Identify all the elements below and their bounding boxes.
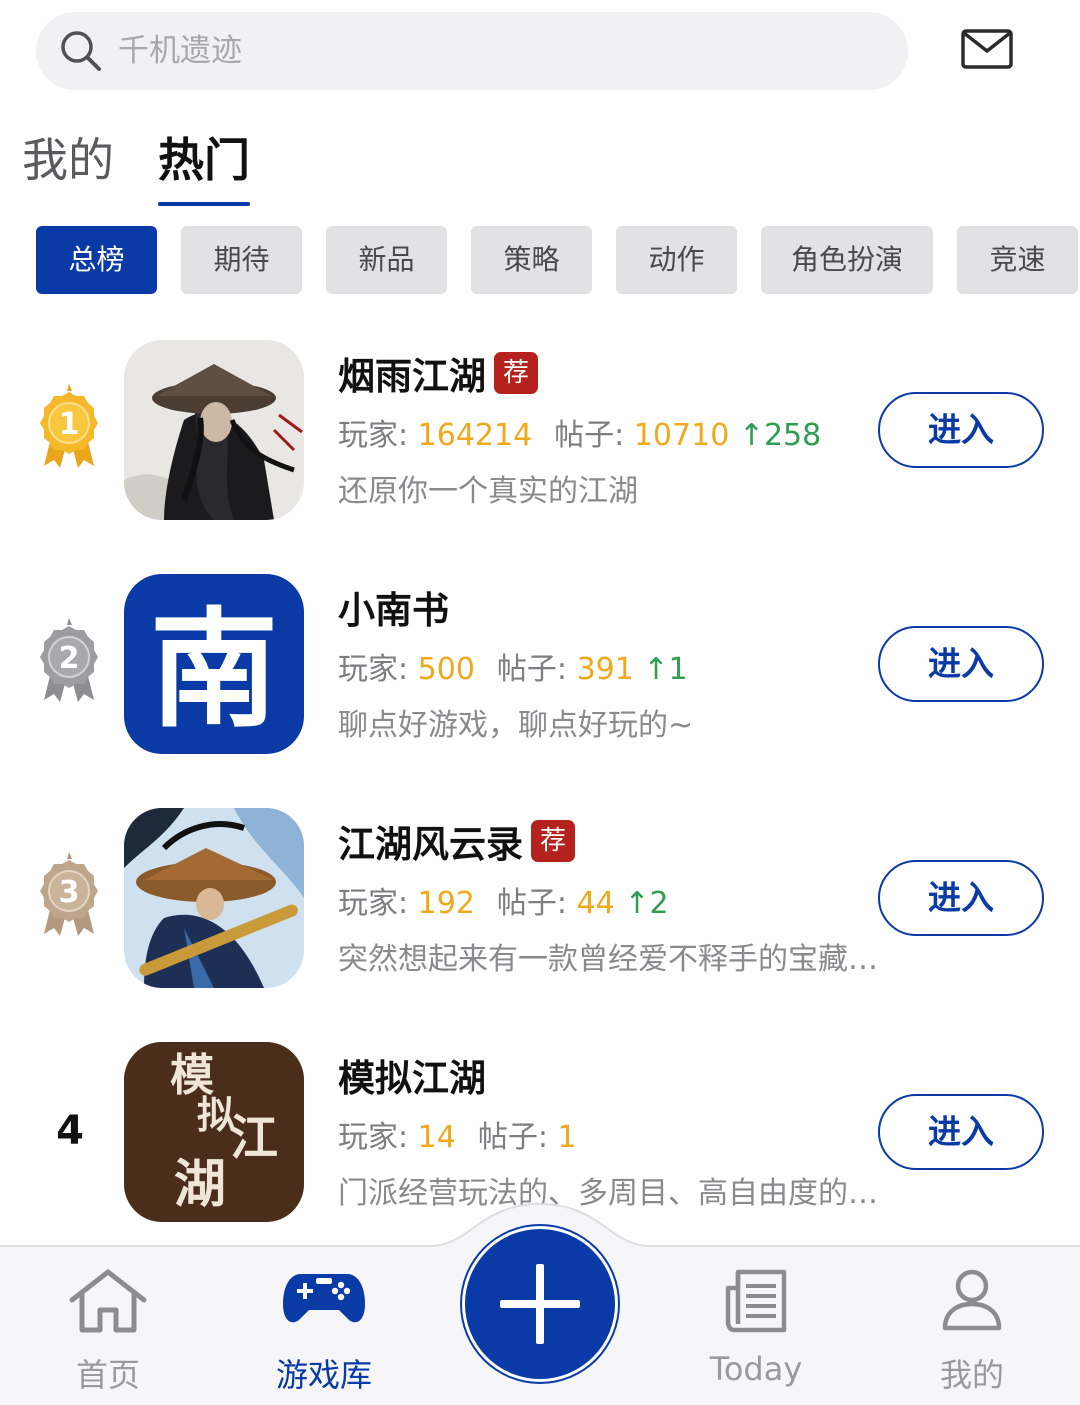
nav-today[interactable]: Today — [666, 1246, 846, 1405]
home-icon — [69, 1269, 147, 1333]
chip-racing[interactable]: 竞速 — [957, 226, 1079, 294]
search-input[interactable] — [118, 33, 908, 69]
posts-label: 帖子: — [496, 886, 577, 921]
category-chips: 总榜 期待 新品 策略 动作 角色扮演 竞速 — [36, 226, 1080, 294]
posts-count: 1 — [557, 1120, 577, 1155]
search-icon — [61, 31, 101, 71]
posts-label: 帖子: — [477, 1120, 558, 1155]
enter-button[interactable]: 进入 — [878, 860, 1044, 936]
recommended-badge: 荐 — [531, 820, 575, 862]
calligraphy-art-icon: 模 拟 江 湖 — [124, 1042, 304, 1222]
players-label: 玩家: — [338, 652, 418, 687]
players-count: 164214 — [417, 418, 533, 453]
nav-today-label: Today — [709, 1350, 803, 1388]
game-title: 烟雨江湖 — [338, 355, 486, 398]
silver-medal-icon: 2 — [40, 618, 98, 702]
players-label: 玩家: — [338, 886, 418, 921]
rank-number: 2 — [59, 641, 80, 676]
game-description: 还原你一个真实的江湖 — [338, 474, 638, 509]
news-icon — [725, 1269, 787, 1333]
gamepad-icon — [283, 1274, 365, 1323]
game-title: 江湖风云录 — [338, 823, 523, 866]
posts-label: 帖子: — [496, 652, 577, 687]
nan-logo-icon: 南 — [124, 574, 304, 754]
nav-game-library[interactable]: 游戏库 — [234, 1246, 414, 1405]
enter-button[interactable]: 进入 — [878, 626, 1044, 702]
recommended-badge: 荐 — [494, 352, 538, 394]
mail-icon — [961, 29, 1013, 69]
game-row[interactable]: 1 烟雨江湖 荐 玩家: 164214 帖子: 10710 ↑258 还原你一个… — [0, 340, 1080, 522]
players-label: 玩家: — [338, 418, 418, 453]
game-description: 突然想起来有一款曾经爱不释手的宝藏游戏 — [338, 942, 882, 977]
game-icon: 模 拟 江 湖 — [124, 1042, 304, 1222]
game-stats: 玩家: 164214 帖子: 10710 ↑258 — [338, 416, 821, 456]
players-count: 14 — [417, 1120, 456, 1155]
user-icon — [942, 1269, 1002, 1331]
game-row[interactable]: 2 南 小南书 玩家: 500 帖子: 391 ↑1 聊点好游戏，聊点好玩的~ 进… — [0, 574, 1080, 756]
nav-mine-label: 我的 — [939, 1356, 1004, 1394]
posts-trend: ↑2 — [624, 886, 669, 921]
nav-mine[interactable]: 我的 — [882, 1246, 1062, 1405]
posts-label: 帖子: — [554, 418, 634, 453]
rank-number: 1 — [59, 407, 80, 442]
rank-number: 4 — [56, 1108, 84, 1154]
tab-mine[interactable]: 我的 — [22, 130, 114, 190]
players-count: 500 — [417, 652, 475, 687]
tab-hot-label: 热门 — [158, 133, 250, 187]
wuxia-hero-art-icon — [124, 340, 304, 520]
enter-button[interactable]: 进入 — [878, 1094, 1044, 1170]
swordsman-art-icon — [124, 808, 304, 988]
chip-action[interactable]: 动作 — [616, 226, 737, 294]
game-row[interactable]: 3 江湖风云录 荐 玩家: 192 帖子: 44 ↑2 突然想起来有一款曾经爱不… — [0, 808, 1080, 990]
nav-home-label: 首页 — [75, 1356, 140, 1394]
game-title: 小南书 — [338, 589, 449, 632]
mail-button[interactable] — [958, 26, 1016, 72]
posts-trend: ↑258 — [738, 418, 822, 453]
game-description: 聊点好游戏，聊点好玩的~ — [338, 708, 694, 743]
nav-home[interactable]: 首页 — [18, 1246, 198, 1405]
game-icon — [124, 808, 304, 988]
chip-new[interactable]: 新品 — [326, 226, 447, 294]
game-title: 模拟江湖 — [338, 1057, 486, 1100]
players-count: 192 — [417, 886, 475, 921]
chip-upcoming[interactable]: 期待 — [181, 226, 302, 294]
posts-count: 10710 — [633, 418, 730, 453]
game-row[interactable]: 4 模 拟 江 湖 模拟江湖 玩家: 14 帖子: 1 门派经营玩法的、多周目、高… — [0, 1042, 1080, 1224]
game-stats: 玩家: 14 帖子: 1 — [338, 1118, 577, 1158]
game-library-page: 我的 热门 总榜 期待 新品 策略 动作 角色扮演 竞速 1 — [0, 0, 1080, 1405]
nan-logo-char: 南 — [150, 596, 278, 745]
tab-active-indicator — [158, 202, 250, 206]
game-title-line: 烟雨江湖 荐 — [338, 348, 538, 398]
chip-overall[interactable]: 总榜 — [36, 226, 157, 294]
posts-count: 44 — [576, 886, 615, 921]
bronze-medal-icon: 3 — [40, 852, 98, 936]
nav-game-library-label: 游戏库 — [275, 1356, 372, 1394]
game-icon: 南 — [124, 574, 304, 754]
tab-hot[interactable]: 热门 — [158, 130, 250, 206]
posts-trend: ↑1 — [643, 652, 688, 687]
chip-rpg[interactable]: 角色扮演 — [761, 226, 934, 294]
game-icon — [124, 340, 304, 520]
game-stats: 玩家: 192 帖子: 44 ↑2 — [338, 884, 669, 924]
search-bar[interactable] — [36, 12, 908, 90]
enter-button[interactable]: 进入 — [878, 392, 1044, 468]
game-title-line: 江湖风云录 荐 — [338, 816, 575, 866]
game-stats: 玩家: 500 帖子: 391 ↑1 — [338, 650, 688, 690]
plus-icon — [500, 1264, 580, 1344]
gold-medal-icon: 1 — [40, 384, 98, 468]
posts-count: 391 — [576, 652, 634, 687]
rank-number: 3 — [59, 875, 80, 910]
game-title-line: 模拟江湖 — [338, 1050, 486, 1100]
add-button[interactable] — [462, 1226, 618, 1382]
game-title-line: 小南书 — [338, 582, 449, 632]
chip-strategy[interactable]: 策略 — [471, 226, 592, 294]
players-label: 玩家: — [338, 1120, 418, 1155]
calligraphy-char: 江 — [230, 1110, 278, 1166]
